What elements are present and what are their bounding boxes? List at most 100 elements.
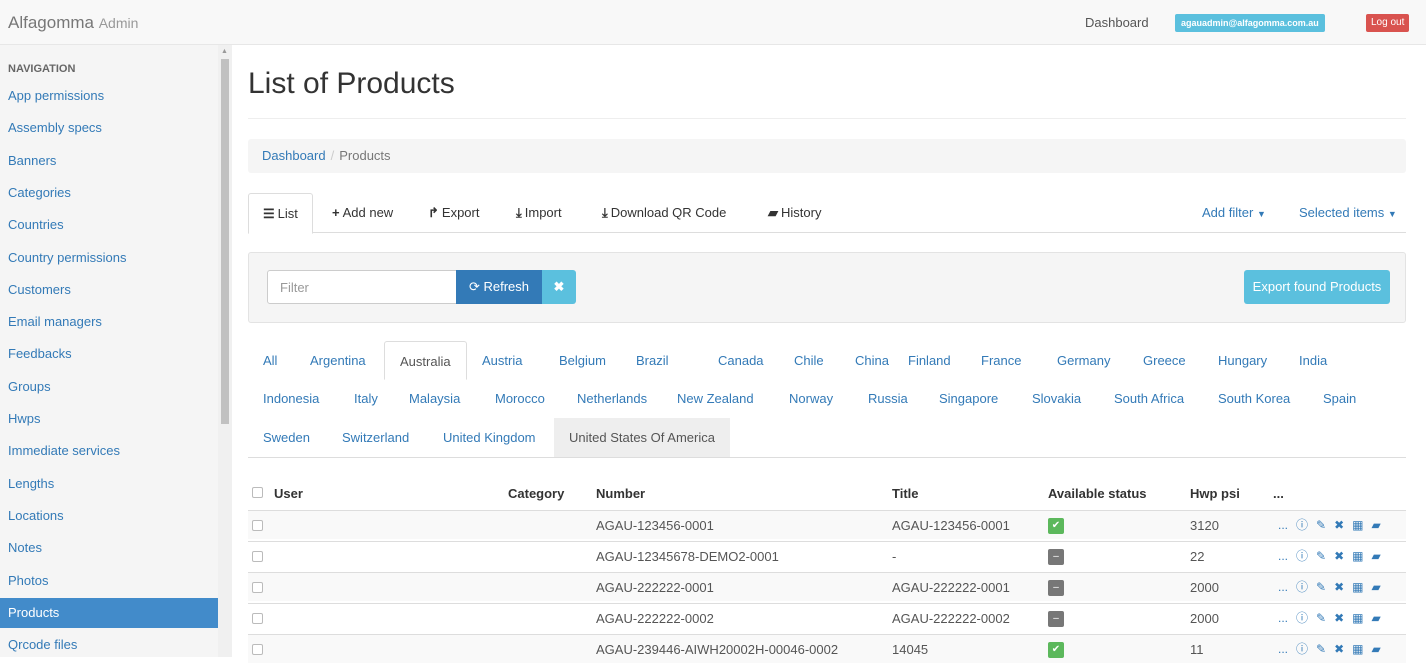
country-tab-indonesia[interactable]: Indonesia <box>248 379 334 418</box>
country-tab-russia[interactable]: Russia <box>853 379 923 418</box>
book-icon[interactable]: ▰ <box>1372 604 1381 633</box>
country-tab-south-africa[interactable]: South Africa <box>1099 379 1199 418</box>
country-tab-italy[interactable]: Italy <box>339 379 393 418</box>
book-icon[interactable]: ▰ <box>1372 573 1381 602</box>
scrollbar-thumb[interactable] <box>221 59 229 424</box>
table-row[interactable]: AGAU-222222-0001 AGAU-222222-0001 – 2000...… <box>248 572 1406 601</box>
sidebar-item-immediate-services[interactable]: Immediate services <box>0 436 218 466</box>
col-available-status[interactable]: Available status <box>1048 478 1147 510</box>
book-icon[interactable]: ▰ <box>1372 542 1381 571</box>
country-tab-india[interactable]: India <box>1284 341 1342 380</box>
sidebar-item-qrcode-files[interactable]: Qrcode files <box>0 630 218 660</box>
col-title[interactable]: Title <box>892 478 919 510</box>
col-user[interactable]: User <box>274 478 303 510</box>
country-tab-morocco[interactable]: Morocco <box>480 379 560 418</box>
close-icon[interactable]: ✖ <box>1334 511 1344 540</box>
sidebar-item-assembly-specs[interactable]: Assembly specs <box>0 113 218 143</box>
col-number[interactable]: Number <box>596 478 645 510</box>
row-checkbox[interactable] <box>252 520 263 531</box>
sidebar-item-feedbacks[interactable]: Feedbacks <box>0 339 218 369</box>
qrcode-icon[interactable]: ▦ <box>1352 635 1363 664</box>
more-actions-button[interactable]: ... <box>1278 604 1288 633</box>
more-actions-button[interactable]: ... <box>1278 542 1288 571</box>
sidebar-item-app-permissions[interactable]: App permissions <box>0 81 218 111</box>
country-tab-greece[interactable]: Greece <box>1128 341 1201 380</box>
tab-import[interactable]: ⤓ Import <box>502 193 576 233</box>
pencil-icon[interactable]: ✎ <box>1316 573 1326 602</box>
qrcode-icon[interactable]: ▦ <box>1352 573 1363 602</box>
sidebar-item-locations[interactable]: Locations <box>0 501 218 531</box>
country-tab-all[interactable]: All <box>248 341 292 380</box>
status-unavailable-icon[interactable]: – <box>1048 549 1064 565</box>
table-row[interactable]: AGAU-239446-AIWH20002H-00046-0002 14045 ✔ 1… <box>248 634 1406 663</box>
country-tab-sweden[interactable]: Sweden <box>248 418 325 457</box>
user-email-badge[interactable]: agauadmin@alfagomma.com.au <box>1175 14 1325 32</box>
info-icon[interactable]: ⓘ <box>1296 542 1308 571</box>
export-found-products-button[interactable]: Export found Products <box>1244 270 1390 304</box>
country-tab-norway[interactable]: Norway <box>774 379 848 418</box>
country-tab-new-zealand[interactable]: New Zealand <box>662 379 769 418</box>
breadcrumb-dashboard[interactable]: Dashboard <box>262 148 326 163</box>
logout-button[interactable]: Log out <box>1366 14 1410 32</box>
close-icon[interactable]: ✖ <box>1334 604 1344 633</box>
qrcode-icon[interactable]: ▦ <box>1352 604 1363 633</box>
scroll-up-icon[interactable]: ▲ <box>221 48 228 55</box>
sidebar-item-products[interactable]: Products <box>0 597 218 628</box>
add-filter-dropdown[interactable]: Add filter ▼ <box>1202 193 1266 233</box>
tab-history[interactable]: ▰ History <box>754 193 835 233</box>
pencil-icon[interactable]: ✎ <box>1316 635 1326 664</box>
country-tab-malaysia[interactable]: Malaysia <box>394 379 475 418</box>
more-actions-button[interactable]: ... <box>1278 573 1288 602</box>
info-icon[interactable]: ⓘ <box>1296 573 1308 602</box>
country-tab-chile[interactable]: Chile <box>779 341 839 380</box>
selected-items-dropdown[interactable]: Selected items ▼ <box>1299 193 1397 233</box>
qrcode-icon[interactable]: ▦ <box>1352 511 1363 540</box>
tab-add-new[interactable]: + Add new <box>318 193 407 233</box>
country-tab-south-korea[interactable]: South Korea <box>1203 379 1305 418</box>
country-tab-austria[interactable]: Austria <box>467 341 537 380</box>
sidebar-item-email-managers[interactable]: Email managers <box>0 307 218 337</box>
status-unavailable-icon[interactable]: – <box>1048 580 1064 596</box>
country-tab-slovakia[interactable]: Slovakia <box>1017 379 1096 418</box>
col-category[interactable]: Category <box>508 478 564 510</box>
more-actions-button[interactable]: ... <box>1278 635 1288 664</box>
close-icon[interactable]: ✖ <box>1334 635 1344 664</box>
sidebar-item-notes[interactable]: Notes <box>0 533 218 563</box>
country-tab-canada[interactable]: Canada <box>703 341 779 380</box>
clear-filter-button[interactable]: ✖ <box>542 270 576 304</box>
info-icon[interactable]: ⓘ <box>1296 511 1308 540</box>
col-hwp-psi[interactable]: Hwp psi <box>1190 478 1240 510</box>
col-more[interactable]: ... <box>1273 478 1284 510</box>
info-icon[interactable]: ⓘ <box>1296 604 1308 633</box>
info-icon[interactable]: ⓘ <box>1296 635 1308 664</box>
country-tab-spain[interactable]: Spain <box>1308 379 1371 418</box>
close-icon[interactable]: ✖ <box>1334 542 1344 571</box>
status-available-icon[interactable]: ✔ <box>1048 518 1064 534</box>
top-dashboard-link[interactable]: Dashboard <box>1085 15 1149 30</box>
country-tab-france[interactable]: France <box>966 341 1036 380</box>
country-tab-finland[interactable]: Finland <box>893 341 966 380</box>
close-icon[interactable]: ✖ <box>1334 573 1344 602</box>
tab-export[interactable]: ↱ Export <box>414 193 493 233</box>
country-tab-australia[interactable]: Australia <box>384 341 467 380</box>
status-available-icon[interactable]: ✔ <box>1048 642 1064 658</box>
refresh-button[interactable]: ⟳ Refresh <box>456 270 542 304</box>
filter-input[interactable] <box>267 270 457 304</box>
sidebar-item-banners[interactable]: Banners <box>0 146 218 176</box>
book-icon[interactable]: ▰ <box>1372 511 1381 540</box>
country-tab-germany[interactable]: Germany <box>1042 341 1125 380</box>
row-checkbox[interactable] <box>252 613 263 624</box>
table-row[interactable]: AGAU-222222-0002 AGAU-222222-0002 – 2000...… <box>248 603 1406 632</box>
sidebar-item-categories[interactable]: Categories <box>0 178 218 208</box>
pencil-icon[interactable]: ✎ <box>1316 511 1326 540</box>
tab-download-qr[interactable]: ⤓ Download QR Code <box>588 193 740 233</box>
table-row[interactable]: AGAU-12345678-DEMO2-0001 - – 22... ⓘ ✎ ✖ ▦ ▰ <box>248 541 1406 570</box>
more-actions-button[interactable]: ... <box>1278 511 1288 540</box>
country-tab-brazil[interactable]: Brazil <box>621 341 684 380</box>
country-tab-switzerland[interactable]: Switzerland <box>327 418 424 457</box>
pencil-icon[interactable]: ✎ <box>1316 542 1326 571</box>
select-all-checkbox[interactable] <box>252 487 263 498</box>
sidebar-item-groups[interactable]: Groups <box>0 372 218 402</box>
row-checkbox[interactable] <box>252 551 263 562</box>
pencil-icon[interactable]: ✎ <box>1316 604 1326 633</box>
